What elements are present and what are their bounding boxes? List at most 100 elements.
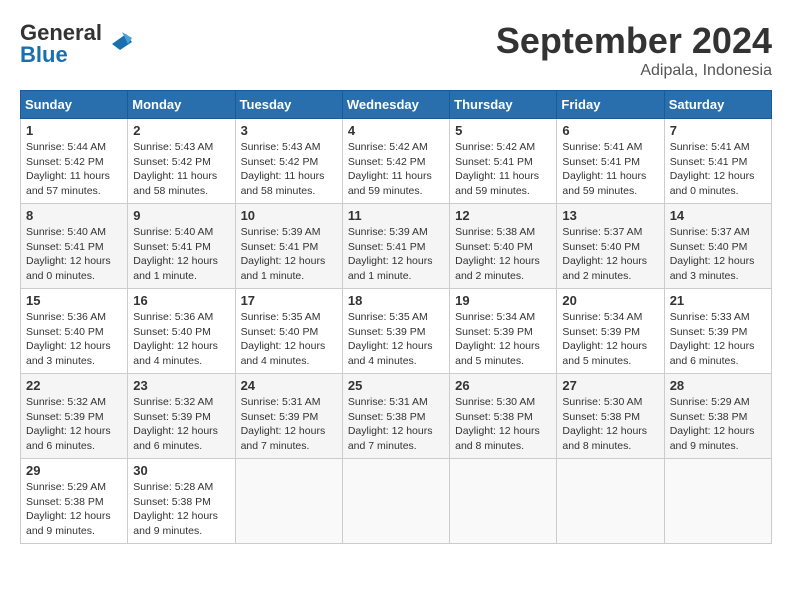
day-info: Sunrise: 5:34 AM Sunset: 5:39 PM Dayligh… — [455, 311, 540, 367]
day-number: 26 — [455, 378, 551, 393]
day-number: 19 — [455, 293, 551, 308]
day-number: 13 — [562, 208, 658, 223]
header-monday: Monday — [128, 91, 235, 119]
day-info: Sunrise: 5:43 AM Sunset: 5:42 PM Dayligh… — [133, 141, 217, 197]
day-info: Sunrise: 5:40 AM Sunset: 5:41 PM Dayligh… — [26, 226, 111, 282]
day-info: Sunrise: 5:33 AM Sunset: 5:39 PM Dayligh… — [670, 311, 755, 367]
day-number: 29 — [26, 463, 122, 478]
day-number: 25 — [348, 378, 444, 393]
day-number: 12 — [455, 208, 551, 223]
header-tuesday: Tuesday — [235, 91, 342, 119]
day-info: Sunrise: 5:40 AM Sunset: 5:41 PM Dayligh… — [133, 226, 218, 282]
day-number: 2 — [133, 123, 229, 138]
table-row: 9 Sunrise: 5:40 AM Sunset: 5:41 PM Dayli… — [128, 204, 235, 289]
table-row: 3 Sunrise: 5:43 AM Sunset: 5:42 PM Dayli… — [235, 119, 342, 204]
day-number: 27 — [562, 378, 658, 393]
table-row: 18 Sunrise: 5:35 AM Sunset: 5:39 PM Dayl… — [342, 289, 449, 374]
day-info: Sunrise: 5:44 AM Sunset: 5:42 PM Dayligh… — [26, 141, 110, 197]
day-number: 7 — [670, 123, 766, 138]
header-thursday: Thursday — [450, 91, 557, 119]
table-row: 4 Sunrise: 5:42 AM Sunset: 5:42 PM Dayli… — [342, 119, 449, 204]
table-row: 16 Sunrise: 5:36 AM Sunset: 5:40 PM Dayl… — [128, 289, 235, 374]
table-row: 23 Sunrise: 5:32 AM Sunset: 5:39 PM Dayl… — [128, 374, 235, 459]
day-number: 3 — [241, 123, 337, 138]
day-info: Sunrise: 5:30 AM Sunset: 5:38 PM Dayligh… — [562, 396, 647, 452]
table-row — [235, 459, 342, 544]
header-sunday: Sunday — [21, 91, 128, 119]
page-header: GeneralBlue September 2024 Adipala, Indo… — [20, 20, 772, 80]
day-number: 18 — [348, 293, 444, 308]
day-info: Sunrise: 5:39 AM Sunset: 5:41 PM Dayligh… — [348, 226, 433, 282]
day-info: Sunrise: 5:35 AM Sunset: 5:40 PM Dayligh… — [241, 311, 326, 367]
day-number: 11 — [348, 208, 444, 223]
table-row — [557, 459, 664, 544]
table-row: 29 Sunrise: 5:29 AM Sunset: 5:38 PM Dayl… — [21, 459, 128, 544]
title-block: September 2024 Adipala, Indonesia — [496, 20, 772, 80]
table-row: 20 Sunrise: 5:34 AM Sunset: 5:39 PM Dayl… — [557, 289, 664, 374]
day-info: Sunrise: 5:28 AM Sunset: 5:38 PM Dayligh… — [133, 481, 218, 537]
day-number: 17 — [241, 293, 337, 308]
day-info: Sunrise: 5:34 AM Sunset: 5:39 PM Dayligh… — [562, 311, 647, 367]
day-info: Sunrise: 5:36 AM Sunset: 5:40 PM Dayligh… — [133, 311, 218, 367]
table-row: 15 Sunrise: 5:36 AM Sunset: 5:40 PM Dayl… — [21, 289, 128, 374]
day-info: Sunrise: 5:32 AM Sunset: 5:39 PM Dayligh… — [133, 396, 218, 452]
day-info: Sunrise: 5:37 AM Sunset: 5:40 PM Dayligh… — [670, 226, 755, 282]
table-row: 6 Sunrise: 5:41 AM Sunset: 5:41 PM Dayli… — [557, 119, 664, 204]
day-number: 6 — [562, 123, 658, 138]
day-info: Sunrise: 5:35 AM Sunset: 5:39 PM Dayligh… — [348, 311, 433, 367]
table-row: 28 Sunrise: 5:29 AM Sunset: 5:38 PM Dayl… — [664, 374, 771, 459]
header-saturday: Saturday — [664, 91, 771, 119]
day-number: 4 — [348, 123, 444, 138]
logo: GeneralBlue — [20, 20, 134, 68]
location: Adipala, Indonesia — [496, 62, 772, 80]
day-info: Sunrise: 5:29 AM Sunset: 5:38 PM Dayligh… — [26, 481, 111, 537]
table-row: 22 Sunrise: 5:32 AM Sunset: 5:39 PM Dayl… — [21, 374, 128, 459]
day-info: Sunrise: 5:43 AM Sunset: 5:42 PM Dayligh… — [241, 141, 325, 197]
day-number: 24 — [241, 378, 337, 393]
logo-icon — [104, 24, 134, 54]
day-info: Sunrise: 5:31 AM Sunset: 5:39 PM Dayligh… — [241, 396, 326, 452]
logo-text: GeneralBlue — [20, 20, 102, 68]
table-row: 26 Sunrise: 5:30 AM Sunset: 5:38 PM Dayl… — [450, 374, 557, 459]
table-row: 12 Sunrise: 5:38 AM Sunset: 5:40 PM Dayl… — [450, 204, 557, 289]
day-info: Sunrise: 5:30 AM Sunset: 5:38 PM Dayligh… — [455, 396, 540, 452]
header-wednesday: Wednesday — [342, 91, 449, 119]
table-row: 24 Sunrise: 5:31 AM Sunset: 5:39 PM Dayl… — [235, 374, 342, 459]
table-row: 10 Sunrise: 5:39 AM Sunset: 5:41 PM Dayl… — [235, 204, 342, 289]
table-row: 21 Sunrise: 5:33 AM Sunset: 5:39 PM Dayl… — [664, 289, 771, 374]
table-row: 27 Sunrise: 5:30 AM Sunset: 5:38 PM Dayl… — [557, 374, 664, 459]
day-number: 5 — [455, 123, 551, 138]
day-number: 20 — [562, 293, 658, 308]
table-row — [450, 459, 557, 544]
calendar-table: Sunday Monday Tuesday Wednesday Thursday… — [20, 90, 772, 544]
day-number: 21 — [670, 293, 766, 308]
table-row: 1 Sunrise: 5:44 AM Sunset: 5:42 PM Dayli… — [21, 119, 128, 204]
day-number: 15 — [26, 293, 122, 308]
day-number: 8 — [26, 208, 122, 223]
day-info: Sunrise: 5:41 AM Sunset: 5:41 PM Dayligh… — [670, 141, 755, 197]
header-friday: Friday — [557, 91, 664, 119]
day-number: 16 — [133, 293, 229, 308]
table-row: 19 Sunrise: 5:34 AM Sunset: 5:39 PM Dayl… — [450, 289, 557, 374]
table-row — [664, 459, 771, 544]
day-info: Sunrise: 5:37 AM Sunset: 5:40 PM Dayligh… — [562, 226, 647, 282]
day-number: 23 — [133, 378, 229, 393]
day-info: Sunrise: 5:36 AM Sunset: 5:40 PM Dayligh… — [26, 311, 111, 367]
day-number: 9 — [133, 208, 229, 223]
table-row: 7 Sunrise: 5:41 AM Sunset: 5:41 PM Dayli… — [664, 119, 771, 204]
day-info: Sunrise: 5:42 AM Sunset: 5:41 PM Dayligh… — [455, 141, 539, 197]
day-number: 28 — [670, 378, 766, 393]
day-info: Sunrise: 5:41 AM Sunset: 5:41 PM Dayligh… — [562, 141, 646, 197]
day-info: Sunrise: 5:38 AM Sunset: 5:40 PM Dayligh… — [455, 226, 540, 282]
table-row: 25 Sunrise: 5:31 AM Sunset: 5:38 PM Dayl… — [342, 374, 449, 459]
day-info: Sunrise: 5:32 AM Sunset: 5:39 PM Dayligh… — [26, 396, 111, 452]
day-info: Sunrise: 5:31 AM Sunset: 5:38 PM Dayligh… — [348, 396, 433, 452]
table-row: 5 Sunrise: 5:42 AM Sunset: 5:41 PM Dayli… — [450, 119, 557, 204]
day-info: Sunrise: 5:39 AM Sunset: 5:41 PM Dayligh… — [241, 226, 326, 282]
table-row: 11 Sunrise: 5:39 AM Sunset: 5:41 PM Dayl… — [342, 204, 449, 289]
day-number: 10 — [241, 208, 337, 223]
day-info: Sunrise: 5:29 AM Sunset: 5:38 PM Dayligh… — [670, 396, 755, 452]
weekday-header-row: Sunday Monday Tuesday Wednesday Thursday… — [21, 91, 772, 119]
table-row — [342, 459, 449, 544]
table-row: 14 Sunrise: 5:37 AM Sunset: 5:40 PM Dayl… — [664, 204, 771, 289]
